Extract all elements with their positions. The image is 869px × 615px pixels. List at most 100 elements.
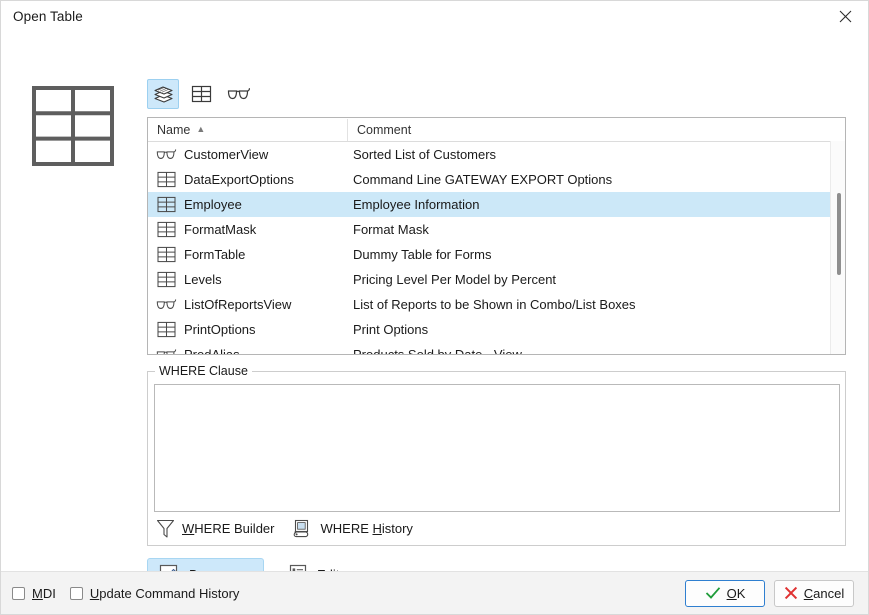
table-row[interactable]: FormatMask Format Mask [148,217,845,242]
where-history-text-post: istory [381,521,413,536]
cancel-button[interactable]: Cancel [774,579,854,607]
row-name-label: FormatMask [184,222,257,237]
row-comment-label: Print Options [353,322,429,337]
update-mnemonic: U [89,585,100,601]
table-row[interactable]: CustomerView Sorted List of Customers [148,142,845,167]
green-check-icon [705,587,720,599]
row-name-label: PrintOptions [184,322,256,337]
row-comment-label: Products Sold by Date - View [353,347,522,355]
table-row[interactable]: Levels Pricing Level Per Model by Percent [148,267,845,292]
footer-options: MDI Update Command History [12,586,239,601]
cancel-text: ancel [813,585,845,601]
row-name-cell: CustomerView [148,146,348,163]
row-comment-cell: List of Reports to be Shown in Combo/Lis… [348,297,845,312]
row-comment-label: List of Reports to be Shown in Combo/Lis… [353,297,636,312]
row-comment-cell: Format Mask [348,222,845,237]
where-history-label: WHERE History [320,521,412,536]
glasses-icon [156,299,177,309]
title-bar: Open Table [1,1,868,31]
scrollbar-thumb[interactable] [837,193,841,275]
object-type-toolbar [147,79,255,109]
where-history-mnemonic: H [372,521,382,536]
column-header-comment[interactable]: Comment [348,119,845,141]
row-name-cell: DataExportOptions [148,171,348,188]
column-header-name-label: Name [157,122,191,137]
table-row[interactable]: FormTable Dummy Table for Forms [148,242,845,267]
where-builder-button[interactable]: WHERE Builder [156,518,274,539]
object-list[interactable]: Name ▲ Comment CustomerView Sorted List o… [147,117,846,355]
ok-button[interactable]: OK [685,579,765,607]
views-filter-button[interactable] [223,79,255,109]
glasses-icon [227,88,251,100]
table-row[interactable]: DataExportOptions Command Line GATEWAY EX… [148,167,845,192]
table-view-button[interactable] [185,79,217,109]
update-command-history-checkbox[interactable]: Update Command History [69,586,240,601]
where-builder-text: HERE Builder [194,521,275,536]
where-history-button[interactable]: WHERE History [292,518,413,539]
mdi-label: MDI [32,586,56,601]
table-row[interactable]: ProdAlias Products Sold by Date - View [148,342,845,355]
table-grid-icon [157,271,176,288]
row-name-label: Levels [184,272,222,287]
row-comment-cell: Products Sold by Date - View [348,347,845,355]
ok-text: K [736,585,746,601]
row-comment-label: Sorted List of Customers [353,147,497,162]
row-comment-cell: Employee Information [348,197,845,212]
row-name-cell: ProdAlias [148,346,348,354]
vertical-scrollbar[interactable] [830,141,845,354]
row-name-cell: Employee [148,196,348,213]
row-comment-label: Command Line GATEWAY EXPORT Options [353,172,613,187]
row-name-cell: Levels [148,271,348,288]
mdi-checkbox[interactable]: MDI [12,586,56,601]
row-comment-label: Format Mask [353,222,429,237]
open-table-dialog: Open Table Name ▲ Comment CustomerView S… [0,0,869,615]
table-grid-icon [157,171,176,188]
row-comment-cell: Print Options [348,322,845,337]
dialog-footer: MDI Update Command History OK Cancel [1,571,868,614]
row-comment-cell: Command Line GATEWAY EXPORT Options [348,172,845,187]
table-grid-icon [157,196,176,213]
glasses-icon [156,349,177,354]
table-row[interactable]: Employee Employee Information [148,192,845,217]
where-history-text-pre: WHERE [320,521,373,536]
table-row[interactable]: PrintOptions Print Options [148,317,845,342]
where-clause-group: WHERE Clause WHERE Builder WHERE History [147,364,846,546]
glasses-icon [156,149,177,159]
dialog-body: Name ▲ Comment CustomerView Sorted List o… [1,31,868,614]
table-grid-icon [191,85,211,103]
scroll-history-icon [294,519,309,538]
mdi-mnemonic: M [32,585,43,601]
update-command-history-label: Update Command History [90,586,240,601]
mdi-checkbox-box[interactable] [12,586,25,600]
row-name-label: FormTable [184,247,246,262]
table-row[interactable]: ListOfReportsView List of Reports to be S… [148,292,845,317]
funnel-icon [156,519,175,538]
ok-label: OK [727,586,746,601]
close-icon [839,10,851,22]
row-comment-cell: Sorted List of Customers [348,147,845,162]
column-header-name[interactable]: Name ▲ [148,118,348,141]
row-comment-cell: Dummy Table for Forms [348,247,845,262]
row-comment-label: Dummy Table for Forms [353,247,492,262]
list-rows: CustomerView Sorted List of Customers Data… [148,142,845,355]
table-grid-icon [157,246,176,263]
row-comment-cell: Pricing Level Per Model by Percent [348,272,845,287]
footer-buttons: OK Cancel [685,579,854,607]
update-command-history-box[interactable] [69,586,83,600]
row-name-cell: FormatMask [148,221,348,238]
where-clause-group-label: WHERE Clause [155,364,252,378]
where-clause-input[interactable] [154,384,840,512]
row-name-label: CustomerView [184,147,269,162]
layers-stack-icon [153,86,173,103]
row-comment-label: Employee Information [353,197,480,212]
stack-view-button[interactable] [147,79,179,109]
row-name-label: DataExportOptions [184,172,294,187]
row-name-cell: FormTable [148,246,348,263]
update-text: pdate Command History [99,585,240,601]
row-comment-label: Pricing Level Per Model by Percent [353,272,557,287]
where-builder-mnemonic: W [182,521,195,536]
table-grid-icon [157,221,176,238]
table-grid-large-icon [32,86,114,166]
window-title: Open Table [13,8,83,24]
close-button[interactable] [822,1,868,31]
